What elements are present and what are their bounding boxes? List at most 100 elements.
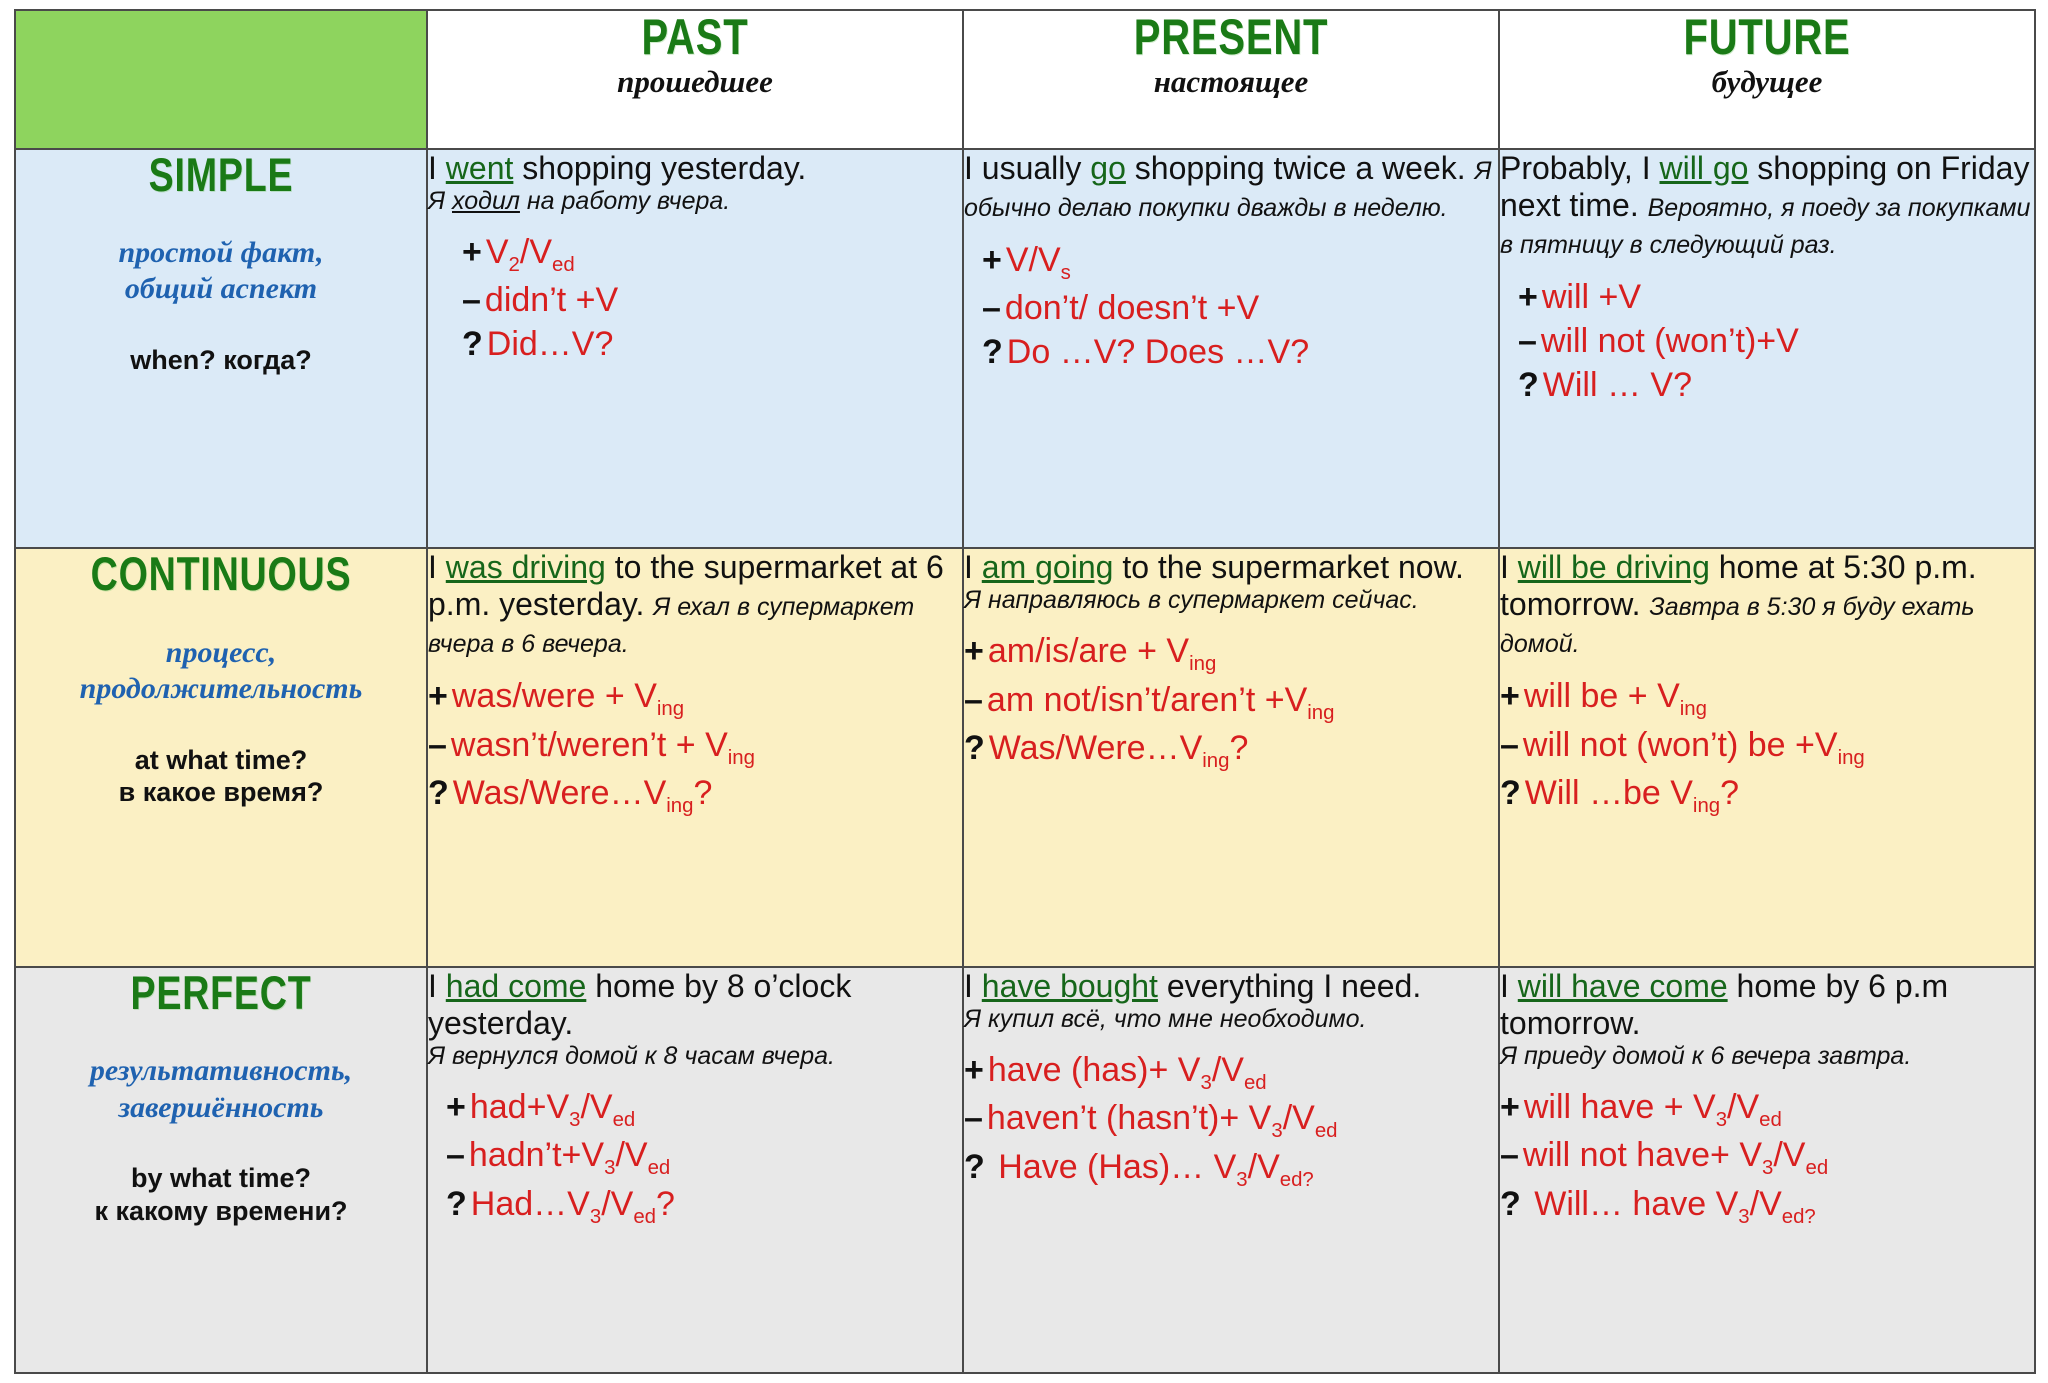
formula-question: ? Will … V? [1518, 366, 1693, 405]
column-header-present-en: PRESENT [1133, 9, 1329, 65]
formula-question-text: Have (Has)… V3/Ved? [988, 1147, 1314, 1191]
example-sentence: I will have come home by 6 p.m tomorrow. [1500, 967, 1949, 1041]
formula-question: ? Was/Were…Ving? [964, 728, 1249, 772]
formula-list: + was/were + Ving – wasn’t/weren’t + Ving … [428, 674, 962, 819]
tenses-table-page: PAST прошедшее PRESENT настоящее FUTURE … [0, 0, 2048, 1383]
formula-list: + am/is/are + Ving – am not/isn’t/aren’t +… [964, 629, 1498, 774]
formula-list: + will be + Ving – will not (won’t) be +Vi… [1500, 674, 2034, 819]
formula-question-text: Will …be Ving? [1524, 774, 1740, 817]
row-perfect: PERFECT результативность, завершённость … [14, 965, 2036, 1375]
aspect-subtitle-perfect: результативность, завершённость [16, 1053, 426, 1126]
corner-cell [14, 9, 428, 150]
formula-affirmative: + will be + Ving [1500, 677, 1707, 721]
formula-negative-text: wasn’t/weren’t + Ving [450, 725, 755, 769]
aspect-label-simple: SIMPLE простой факт, общий аспект when? … [14, 147, 428, 550]
cell-past-perfect: I had come home by 8 o’clock yesterday. … [426, 965, 964, 1375]
column-header-past-en: PAST [641, 9, 749, 65]
formula-question-text: Was/Were…Ving? [452, 774, 713, 817]
example-translation: Я ходил на работу вчера. [428, 186, 731, 215]
formula-negative: – will not (won’t) be +Ving [1500, 725, 1865, 769]
aspect-subtitle-simple: простой факт, общий аспект [16, 235, 426, 308]
aspect-question-simple: when? когда? [130, 345, 312, 376]
formula-affirmative: + am/is/are + Ving [964, 632, 1217, 676]
formula-question-text: Will … V? [1542, 366, 1693, 405]
aspect-subtitle-continuous: процесс, продолжительность [16, 635, 426, 708]
cell-future-perfect: I will have come home by 6 p.m tomorrow.… [1498, 965, 2036, 1375]
highlighted-verb: went [445, 149, 514, 186]
formula-negative-text: will not (won’t)+V [1540, 322, 1799, 361]
formula-negative: – will not (won’t)+V [1518, 322, 1799, 361]
column-header-past: PAST прошедшее [426, 9, 964, 150]
example-sentence: I will be driving home at 5:30 p.m. tomo… [1500, 549, 1977, 659]
highlighted-verb: will go [1659, 149, 1749, 186]
formula-negative-text: will not have+ V3/Ved [1522, 1136, 1829, 1180]
formula-list: + will have + V3/Ved – will not have+ V3/V… [1500, 1085, 2034, 1230]
formula-affirmative-text: V/Vs [1005, 240, 1071, 284]
aspect-title-simple: SIMPLE [148, 147, 294, 201]
formula-affirmative: + will +V [1518, 277, 1642, 316]
highlighted-verb: am going [981, 549, 1114, 586]
example-sentence: I was driving to the supermarket at 6 p.… [428, 549, 944, 659]
formula-affirmative-text: V2/Ved [485, 232, 575, 276]
example-sentence: I usually go shopping twice a week. Я об… [964, 149, 1492, 222]
formula-list: + will +V – will not (won’t)+V ? Will … V? [1500, 275, 2034, 408]
example-translation: Я направляюсь в супермаркет сейчас. [964, 586, 1419, 615]
aspect-question-continuous: at what time? в какое время? [16, 744, 426, 809]
aspect-question-continuous-line2: в какое время? [118, 777, 324, 808]
formula-negative: – will not have+ V3/Ved [1500, 1136, 1829, 1180]
formula-question-text: Was/Were…Ving? [988, 728, 1249, 772]
highlighted-verb: was driving [445, 549, 606, 586]
aspect-subtitle-perfect-line1: результативность, [89, 1054, 353, 1088]
aspect-label-continuous: CONTINUOUS процесс, продолжительность at… [14, 547, 428, 968]
aspect-question-perfect-line1: by what time? [130, 1163, 312, 1194]
formula-negative-text: haven’t (hasn’t)+ V3/Ved [986, 1099, 1338, 1143]
column-header-present-ru: настоящее [1153, 64, 1309, 99]
row-continuous: CONTINUOUS процесс, продолжительность at… [14, 547, 2036, 968]
formula-affirmative-text: had+V3/Ved [469, 1088, 636, 1131]
aspect-subtitle-continuous-line2: продолжительность [79, 672, 363, 706]
formula-negative-text: don’t/ doesn’t +V [1004, 289, 1260, 328]
formula-negative-text: didn’t +V [484, 280, 619, 319]
formula-affirmative-text: will be + Ving [1523, 677, 1707, 721]
aspect-question-perfect: by what time? к какому времени? [16, 1162, 426, 1227]
highlighted-verb: have bought [981, 967, 1158, 1004]
example-sentence: I have bought everything I need. [964, 967, 1422, 1004]
formula-list: + V2/Ved – didn’t +V ? Did…V? [428, 230, 962, 367]
highlighted-verb: will have come [1517, 967, 1728, 1004]
formula-question-text: Will… have V3/Ved? [1524, 1184, 1816, 1228]
row-simple: SIMPLE простой факт, общий аспект when? … [14, 147, 2036, 550]
example-sentence: I am going to the supermarket now. [964, 549, 1464, 586]
formula-list: + have (has)+ V3/Ved – haven’t (hasn’t)+ V… [964, 1048, 1498, 1193]
formula-question: ? Do …V? Does …V? [982, 333, 1310, 372]
cell-future-simple: Probably, I will go shopping on Friday n… [1498, 147, 2036, 550]
english-tenses-table: PAST прошедшее PRESENT настоящее FUTURE … [14, 9, 2036, 1375]
formula-affirmative-text: was/were + Ving [451, 677, 685, 721]
aspect-subtitle-perfect-line2: завершённость [118, 1090, 324, 1124]
formula-question-text: Had…V3/Ved? [470, 1184, 675, 1228]
aspect-title-perfect: PERFECT [130, 965, 312, 1019]
aspect-title-continuous: CONTINUOUS [90, 547, 352, 601]
formula-question: ? Will …be Ving? [1500, 774, 1740, 817]
example-translation: Я вернулся домой к 8 часам вчера. [428, 1042, 835, 1071]
aspect-question-continuous-line1: at what time? [134, 744, 308, 775]
column-header-future-ru: будущее [1711, 64, 1823, 99]
formula-affirmative-text: have (has)+ V3/Ved [987, 1050, 1267, 1094]
aspect-subtitle-simple-line2: общий аспект [124, 272, 318, 306]
formula-affirmative: + have (has)+ V3/Ved [964, 1050, 1267, 1094]
column-header-future: FUTURE будущее [1498, 9, 2036, 150]
formula-question: ? Was/Were…Ving? [428, 774, 713, 817]
formula-affirmative: + had+V3/Ved [446, 1088, 636, 1131]
formula-question-text: Did…V? [486, 325, 614, 364]
formula-negative: – haven’t (hasn’t)+ V3/Ved [964, 1099, 1338, 1143]
header-row: PAST прошедшее PRESENT настоящее FUTURE … [14, 9, 2036, 150]
formula-negative: – wasn’t/weren’t + Ving [428, 725, 755, 769]
example-sentence: Probably, I will go shopping on Friday n… [1500, 149, 2031, 259]
formula-negative-text: hadn’t+V3/Ved [468, 1136, 671, 1180]
formula-question: ? Will… have V3/Ved? [1500, 1184, 1816, 1228]
formula-affirmative: + will have + V3/Ved [1500, 1088, 1782, 1131]
formula-question-text: Do …V? Does …V? [1006, 333, 1310, 372]
aspect-subtitle-continuous-line1: процесс, [165, 635, 277, 669]
column-header-future-en: FUTURE [1683, 9, 1851, 65]
formula-negative: – am not/isn’t/aren’t +Ving [964, 680, 1335, 724]
formula-negative: – hadn’t+V3/Ved [446, 1136, 671, 1180]
